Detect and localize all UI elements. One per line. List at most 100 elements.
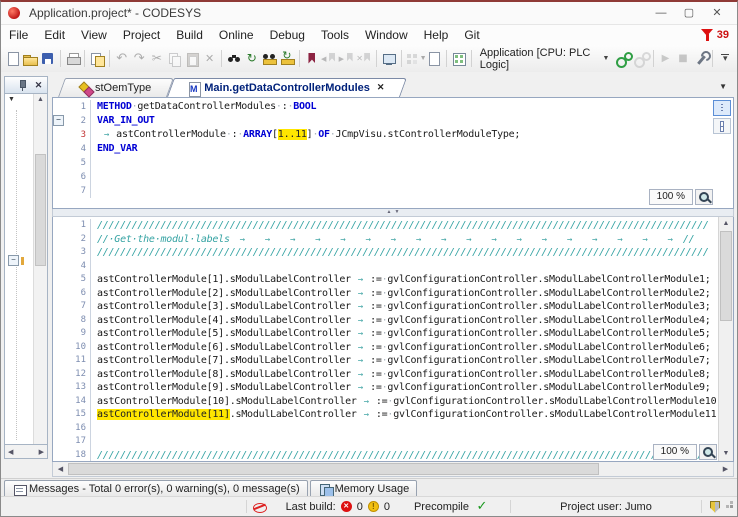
menu-item-debug[interactable]: Debug	[262, 26, 313, 44]
menu-item-project[interactable]: Project	[115, 26, 168, 44]
single-cycle-button[interactable]	[692, 48, 710, 70]
line-number: 4	[64, 142, 90, 156]
scroll-right-icon[interactable]: ▶	[719, 465, 732, 473]
tab-list-dropdown[interactable]: ▼	[712, 82, 734, 91]
previous-bookmark-button[interactable]	[320, 48, 338, 70]
save-project-button[interactable]	[39, 48, 57, 70]
code-line: 15astControllerModule[11].sModulLabelCon…	[53, 408, 733, 422]
menu-item-build[interactable]: Build	[168, 26, 211, 44]
undo-button[interactable]	[113, 48, 131, 70]
messages-tab[interactable]: Messages - Total 0 error(s), 0 warning(s…	[4, 480, 308, 497]
generate-code-button[interactable]	[450, 48, 468, 70]
error-filter-icon[interactable]	[701, 28, 714, 42]
scroll-left-icon[interactable]: ◀	[54, 465, 67, 473]
scroll-right-icon[interactable]: ▶	[39, 448, 44, 456]
devices-vertical-scrollbar[interactable]: ▲	[33, 94, 47, 444]
start-button[interactable]	[657, 48, 675, 70]
logout-button[interactable]	[632, 48, 650, 70]
build-button[interactable]: ▼	[405, 48, 426, 70]
textual-view-icon	[720, 103, 724, 114]
menu-item-file[interactable]: File	[1, 26, 36, 44]
declaration-editor[interactable]: 1METHOD·getDataControllerModules·:·BOOL−…	[52, 97, 734, 209]
cut-button[interactable]	[148, 48, 166, 70]
line-number: 7	[64, 184, 90, 198]
clean-button[interactable]	[426, 48, 444, 70]
save-icon	[40, 51, 56, 67]
tab-stoemtype[interactable]: stOemType	[58, 78, 167, 97]
scrollbar-thumb[interactable]	[720, 231, 732, 321]
redo-button[interactable]	[130, 48, 148, 70]
maximize-button[interactable]: ▢	[675, 3, 703, 23]
login-button[interactable]	[614, 48, 632, 70]
code-text: astControllerModule[3].sModulLabelContro…	[90, 300, 733, 314]
scroll-up-icon[interactable]: ▲	[34, 94, 47, 106]
scrollbar-thumb[interactable]	[68, 463, 599, 475]
devices-panel-tabs	[4, 460, 48, 477]
replace-button[interactable]	[243, 48, 261, 70]
print-button[interactable]	[64, 48, 82, 70]
memory-usage-tab[interactable]: Memory Usage	[310, 480, 418, 497]
scroll-left-icon[interactable]: ◀	[8, 448, 13, 456]
scroll-up-icon[interactable]: ▲	[719, 217, 733, 230]
next-bookmark-button[interactable]	[338, 48, 356, 70]
code-text	[90, 156, 733, 170]
stop-button[interactable]	[674, 48, 692, 70]
replace-in-project-button[interactable]	[278, 48, 296, 70]
clean-icon	[426, 51, 442, 67]
minimize-button[interactable]: —	[647, 3, 675, 23]
devices-horizontal-scrollbar[interactable]: ◀ ▶	[4, 445, 48, 459]
line-number: 6	[64, 287, 90, 301]
overflow-icon	[717, 51, 733, 67]
zoom-level[interactable]: 100 %	[649, 189, 693, 205]
menu-item-window[interactable]: Window	[357, 26, 416, 44]
scroll-down-icon[interactable]: ▼	[719, 447, 733, 460]
chevron-down-icon[interactable]: ▼	[8, 96, 15, 103]
implementation-editor[interactable]: 1///////////////////////////////////////…	[52, 217, 734, 462]
find-in-project-button[interactable]	[261, 48, 279, 70]
zoom-level[interactable]: 100 %	[653, 444, 697, 460]
implementation-vertical-scrollbar[interactable]: ▲ ▼	[718, 217, 733, 461]
clear-bookmarks-button[interactable]	[355, 48, 373, 70]
editor-splitter[interactable]: ▲ ▼	[52, 209, 734, 217]
implementation-code: 1///////////////////////////////////////…	[53, 219, 733, 462]
toolbar-options-button[interactable]	[716, 48, 734, 70]
application-combo[interactable]: Application [CPU: PLC Logic]▼	[475, 49, 615, 69]
menu-item-online[interactable]: Online	[211, 26, 262, 44]
menu-item-tools[interactable]: Tools	[313, 26, 357, 44]
update-device-button[interactable]	[380, 48, 398, 70]
scrollbar-thumb[interactable]	[35, 154, 46, 266]
close-icon[interactable]: ✕	[377, 82, 385, 93]
new-project-button[interactable]	[4, 48, 22, 70]
resize-grip[interactable]	[730, 505, 733, 508]
copy-button[interactable]	[166, 48, 184, 70]
devices-panel: ▼ − ▲ ◀ ▶	[4, 76, 48, 477]
main-area: ▼ − ▲ ◀ ▶ stOemTypeMain.getDataControlle…	[1, 72, 737, 479]
fold-toggle[interactable]: −	[53, 115, 64, 126]
fold-margin	[53, 435, 64, 449]
pin-icon[interactable]	[16, 79, 28, 92]
paste-button[interactable]	[183, 48, 201, 70]
copy-project-button[interactable]	[88, 48, 106, 70]
open-project-button[interactable]	[22, 48, 40, 70]
tabular-view-button[interactable]	[713, 118, 731, 134]
close-button[interactable]: ✕	[703, 3, 731, 23]
menu-item-help[interactable]: Help	[416, 26, 457, 44]
menu-item-git[interactable]: Git	[456, 26, 487, 44]
devices-tree[interactable]: ▼ − ▲	[4, 94, 48, 445]
close-icon[interactable]	[33, 79, 44, 91]
magnifier-button[interactable]	[699, 444, 717, 460]
find-button[interactable]	[225, 48, 243, 70]
menu-item-edit[interactable]: Edit	[36, 26, 73, 44]
magnifier-button[interactable]	[695, 189, 713, 205]
menu-item-view[interactable]: View	[73, 26, 115, 44]
security-shield-icon[interactable]	[707, 499, 723, 515]
delete-button[interactable]	[201, 48, 219, 70]
window-title: Application.project* - CODESYS	[29, 6, 201, 20]
textual-view-button[interactable]	[713, 100, 731, 116]
implementation-horizontal-scrollbar[interactable]: ◀ ▶	[52, 462, 734, 477]
code-text: VAR_IN_OUT	[90, 114, 733, 128]
toggle-bookmark-button[interactable]	[303, 48, 321, 70]
tab-main-getdatacontrollermodules[interactable]: Main.getDataControllerModules✕	[167, 78, 400, 97]
implementation-zoom-control: 100 %	[653, 444, 717, 460]
tree-collapse-box[interactable]: −	[8, 255, 19, 266]
